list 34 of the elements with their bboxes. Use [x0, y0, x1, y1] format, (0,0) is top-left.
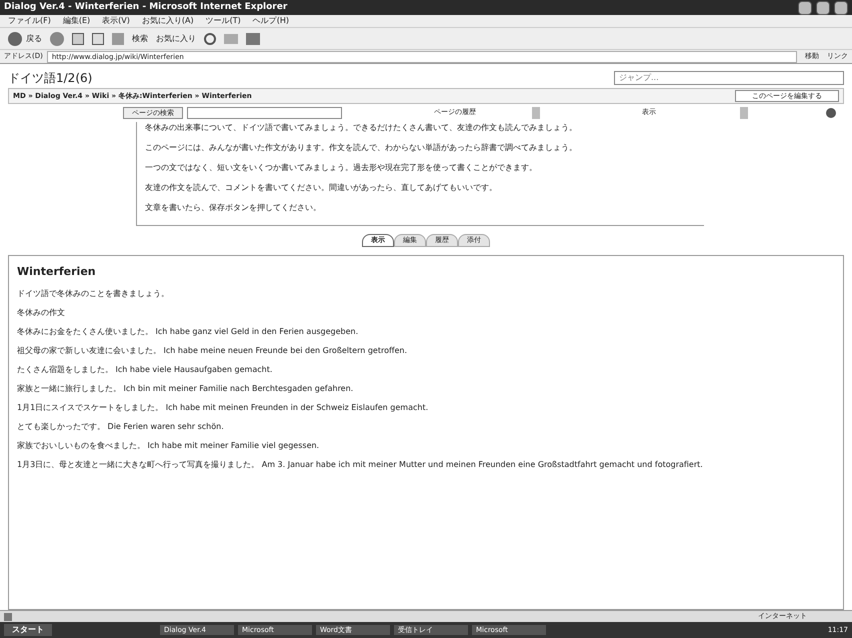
jump-select[interactable]: ジャンプ...: [614, 71, 844, 85]
paragraph: 一つの文ではなく、短い文をいくつか書いてみましょう。過去形や現在完了形を使って書くことができます。: [145, 162, 538, 173]
start-button[interactable]: スタート: [4, 624, 52, 636]
favorites-button[interactable]: お気に入り: [156, 32, 196, 44]
page-icon: [4, 612, 12, 620]
maximize-button[interactable]: [816, 0, 830, 14]
paragraph: 友達の作文を読んで、コメントを書いてください。間違いがあったら、直してあげてもいいです。: [145, 182, 498, 193]
article-line: 家族と一緒に旅行しました。 Ich bin mit meiner Familie nach Berchtesgaden gefahren.: [17, 384, 354, 394]
page-title: ドイツ語1/2(6): [8, 70, 94, 87]
menu-item[interactable]: 編集(E): [62, 15, 90, 27]
article-line: 祖父母の家で新しい友達に会いました。 Ich habe meine neuen Freunde bei den Großeltern getroffen.: [17, 346, 408, 356]
paragraph: このページには、みんなが書いた作文があります。作文を読んで、わからない単語があったら辞書で調べてみましょう。: [145, 142, 578, 153]
article-line: 冬休みの作文: [17, 308, 66, 318]
menu-item[interactable]: ファイル(F): [8, 15, 51, 27]
menu-item[interactable]: お気に入り(A): [142, 15, 194, 27]
back-button[interactable]: 戻る: [8, 32, 42, 46]
close-button[interactable]: [834, 0, 848, 14]
menu-item[interactable]: ツール(T): [206, 15, 241, 27]
minimize-button[interactable]: [798, 0, 812, 14]
article-line: ドイツ語で冬休みのことを書きましょう。: [17, 289, 170, 299]
menu-item[interactable]: ヘルプ(H): [252, 15, 289, 27]
paragraph: 文章を書いたら、保存ボタンを押してください。: [145, 202, 322, 213]
article-heading: Winterferien: [17, 264, 97, 280]
article-line: 家族でおいしいものを食べました。 Ich habe mit meiner Familie viel gegessen.: [17, 441, 320, 451]
article-line: 1月1日にスイスでスケートをしました。 Ich habe mit meinen Freunden in der Schweiz Eislaufen gemacht.: [17, 403, 430, 413]
article-line: たくさん宿題をしました。 Ich habe viele Hausaufgaben gemacht.: [17, 365, 274, 375]
article-line: 1月3日に、母と友達と一緒に大きな町へ行って写真を撮りました。 Am 3. Januar habe ich mit meiner Mutter und meinen Freunden eine Großstadtfahrt gemacht und fotografiert.: [17, 460, 704, 470]
menu-item[interactable]: 表示(V): [102, 15, 130, 27]
article-line: とても楽しかったです。 Die Ferien waren sehr schön.: [17, 422, 225, 432]
paragraph: 冬休みの出来事について、ドイツ語で書いてみましょう。できるだけたくさん書いて、友達の作文も読んでみましょう。: [145, 122, 578, 133]
window-title: Dialog Ver.4 - Winterferien - Microsoft Internet Explorer: [4, 0, 288, 14]
article-line: 冬休みにお金をたくさん使いました。 Ich habe ganz viel Geld in den Ferien ausgegeben.: [17, 327, 360, 337]
search-field[interactable]: [187, 107, 342, 119]
search-button[interactable]: 検索: [132, 32, 148, 44]
